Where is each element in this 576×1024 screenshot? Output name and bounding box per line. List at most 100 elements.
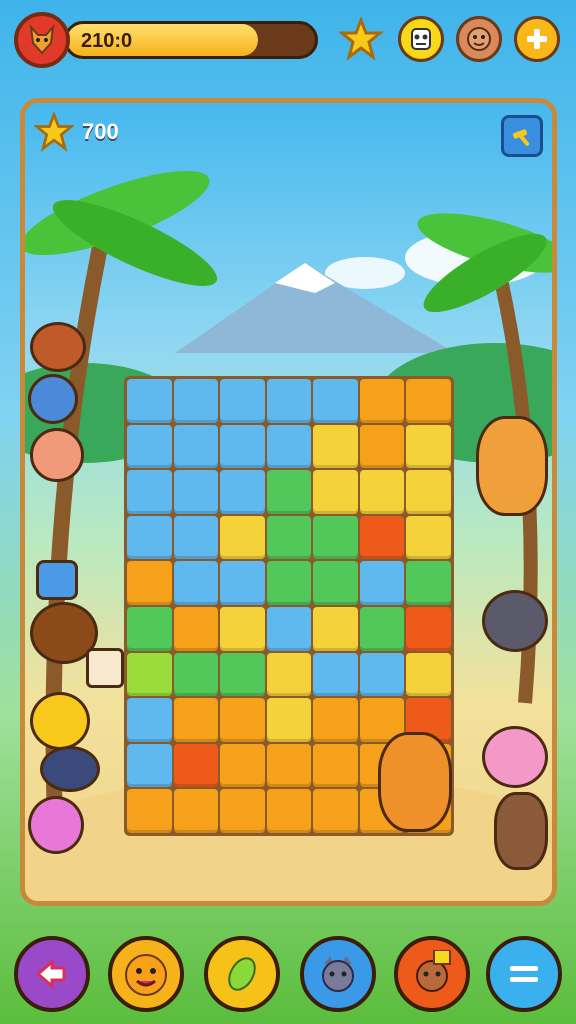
pink-hippo-character (482, 726, 548, 788)
board-tile[interactable] (313, 652, 358, 697)
hamster-character (476, 416, 548, 516)
back-button[interactable] (14, 936, 90, 1012)
mask-button[interactable] (398, 16, 444, 62)
board-tile[interactable] (406, 652, 451, 697)
cat-face-icon (322, 956, 354, 992)
fox-mascot (378, 732, 452, 832)
bear-face-icon (416, 950, 451, 992)
top-bar: 210:0 (0, 0, 576, 84)
board-tile[interactable] (127, 424, 172, 469)
board-tile[interactable] (406, 561, 451, 605)
board-tile[interactable] (173, 789, 219, 833)
board-tile[interactable] (173, 698, 219, 742)
player-avatar[interactable] (14, 12, 70, 68)
board-tile[interactable] (220, 561, 265, 605)
board-tile[interactable] (266, 561, 312, 605)
add-button[interactable] (514, 16, 560, 62)
board-tile[interactable] (220, 652, 265, 697)
board-tile[interactable] (127, 379, 172, 423)
board-tile[interactable] (406, 424, 451, 469)
bear-face-icon (467, 27, 491, 51)
board-tile[interactable] (359, 561, 405, 605)
board-tile[interactable] (220, 515, 265, 560)
board-tile[interactable] (406, 470, 451, 514)
board-tile[interactable] (127, 515, 172, 560)
plus-icon (527, 29, 547, 49)
tiger-button[interactable] (108, 936, 184, 1012)
star-icon (339, 17, 383, 61)
board-tile[interactable] (266, 515, 312, 560)
board-tile[interactable] (220, 379, 265, 423)
board-tile[interactable] (266, 743, 312, 788)
board-tile[interactable] (313, 515, 358, 560)
menu-button[interactable] (486, 936, 562, 1012)
board-tile[interactable] (127, 470, 172, 514)
board-tile[interactable] (313, 606, 358, 651)
settings-button[interactable] (501, 115, 543, 157)
board-tile[interactable] (359, 606, 405, 651)
board-tile[interactable] (266, 424, 312, 469)
board-tile[interactable] (127, 698, 172, 742)
board-tile[interactable] (359, 379, 405, 423)
board-tile[interactable] (313, 743, 358, 788)
board-tile[interactable] (266, 698, 312, 742)
hippo-character (482, 590, 548, 652)
board-tile[interactable] (359, 652, 405, 697)
board-tile[interactable] (266, 606, 312, 651)
lion-character (30, 692, 90, 750)
board-tile[interactable] (220, 698, 265, 742)
board-tile[interactable] (266, 379, 312, 423)
board-tile[interactable] (313, 561, 358, 605)
mask-icon (411, 28, 431, 50)
board-tile[interactable] (313, 424, 358, 469)
leaf-button[interactable] (204, 936, 280, 1012)
friend-button[interactable] (456, 16, 502, 62)
board-tile[interactable] (359, 424, 405, 469)
board-tile[interactable] (173, 470, 219, 514)
board-tile[interactable] (406, 606, 451, 651)
board-tile[interactable] (127, 743, 172, 788)
board-tile[interactable] (127, 652, 172, 697)
star-button[interactable] (338, 16, 384, 62)
tiger-face-icon (125, 954, 167, 996)
board-tile[interactable] (313, 379, 358, 423)
board-tile[interactable] (127, 789, 172, 833)
board-tile[interactable] (406, 379, 451, 423)
otter-character (494, 792, 548, 870)
board-tile[interactable] (173, 561, 219, 605)
board-tile[interactable] (173, 515, 219, 560)
cube-character (36, 560, 78, 600)
level-progress-bar: 210:0 (64, 21, 318, 59)
board-tile[interactable] (313, 789, 358, 833)
hammer-icon (512, 129, 530, 146)
board-tile[interactable] (173, 424, 219, 469)
seal-character (28, 374, 78, 424)
board-tile[interactable] (313, 470, 358, 514)
board-tile[interactable] (173, 379, 219, 423)
score-display: 700 (34, 112, 119, 152)
board-tile[interactable] (220, 470, 265, 514)
board-tile[interactable] (127, 606, 172, 651)
board-tile[interactable] (406, 515, 451, 560)
board-tile[interactable] (266, 652, 312, 697)
board-tile[interactable] (359, 470, 405, 514)
board-tile[interactable] (313, 698, 358, 742)
boost-button[interactable] (394, 936, 470, 1012)
board-tile[interactable] (220, 606, 265, 651)
board-tile[interactable] (127, 561, 172, 605)
pink-pig-character (28, 796, 84, 854)
leaf-icon (228, 957, 256, 991)
board-tile[interactable] (173, 652, 219, 697)
rabbit-tile[interactable] (86, 648, 124, 688)
board-tile[interactable] (220, 743, 265, 788)
board-tile[interactable] (173, 606, 219, 651)
bear-character (30, 322, 86, 372)
board-tile[interactable] (220, 789, 265, 833)
board-tile[interactable] (220, 424, 265, 469)
cat-button[interactable] (300, 936, 376, 1012)
board-tile[interactable] (266, 789, 312, 833)
board-tile[interactable] (173, 743, 219, 788)
badger-character (40, 746, 100, 792)
board-tile[interactable] (266, 470, 312, 514)
board-tile[interactable] (359, 515, 405, 560)
